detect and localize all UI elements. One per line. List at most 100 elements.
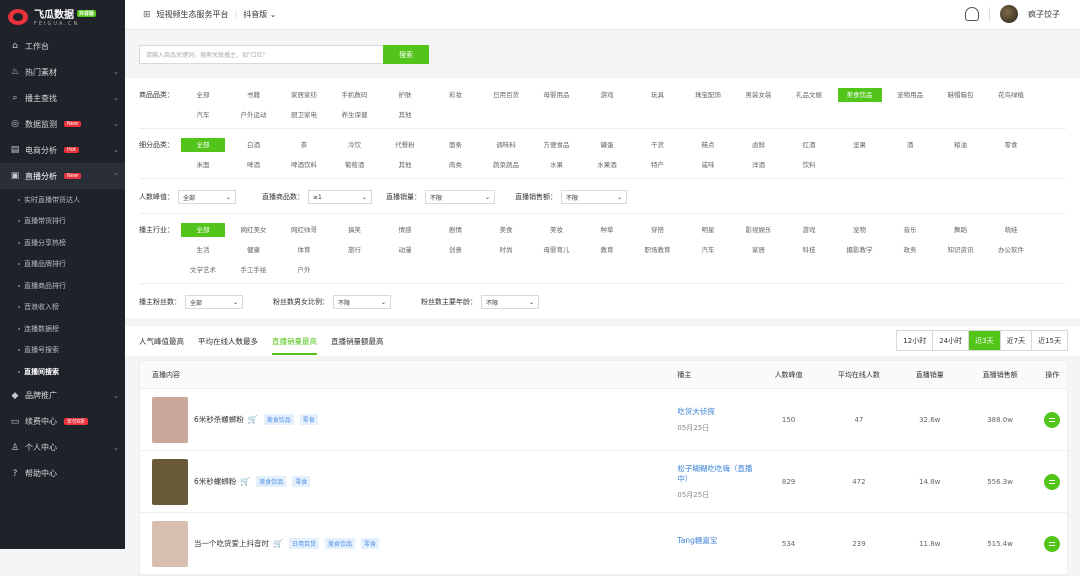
- filter-option[interactable]: 啤酒饮料: [282, 158, 326, 172]
- filter-option[interactable]: 手机数码: [333, 88, 377, 102]
- filter-option[interactable]: 时尚: [484, 243, 528, 257]
- filter-option[interactable]: 玩具: [636, 88, 680, 102]
- filter-option[interactable]: 动漫: [383, 243, 427, 257]
- brand-logo[interactable]: 飞瓜数据抖音版 FEIGUA.CN: [0, 0, 125, 33]
- filter-option[interactable]: 家居家纺: [282, 88, 326, 102]
- filter-option[interactable]: 母婴用品: [535, 88, 579, 102]
- filter-option[interactable]: 卤鲜: [737, 138, 781, 152]
- live-thumbnail[interactable]: [152, 459, 188, 505]
- subnav-item[interactable]: 直播品牌排行: [0, 254, 125, 276]
- filter-option[interactable]: 汽车: [181, 108, 225, 122]
- filter-option[interactable]: 美妆: [535, 223, 579, 237]
- filter-option[interactable]: 美食: [484, 223, 528, 237]
- subnav-item[interactable]: 直播间搜索: [0, 361, 125, 383]
- filter-option[interactable]: 鞋帽箱包: [939, 88, 983, 102]
- filter-option[interactable]: 音乐: [888, 223, 932, 237]
- filter-option[interactable]: 护肤: [383, 88, 427, 102]
- filter-option[interactable]: 宠物用品: [888, 88, 932, 102]
- subnav-item[interactable]: 实时直播带货达人: [0, 189, 125, 211]
- filter-option[interactable]: 情感: [383, 223, 427, 237]
- detail-icon[interactable]: [1044, 412, 1060, 428]
- subnav-item[interactable]: 直播带货排行: [0, 211, 125, 233]
- filter-option[interactable]: 文学艺术: [181, 263, 225, 277]
- filter-option[interactable]: 教育: [585, 243, 629, 257]
- filter-option[interactable]: 米面: [181, 158, 225, 172]
- anchor-link[interactable]: 吃货大侦探: [677, 407, 756, 417]
- filter-option[interactable]: 生活: [181, 243, 225, 257]
- filter-option[interactable]: 洋酒: [737, 158, 781, 172]
- filter-option[interactable]: 礼品文娱: [787, 88, 831, 102]
- filter-option[interactable]: 舞蹈: [939, 223, 983, 237]
- filter-option[interactable]: 干货: [636, 138, 680, 152]
- filter-option[interactable]: 饮料: [787, 158, 831, 172]
- filter-option[interactable]: 咸味: [686, 158, 730, 172]
- username[interactable]: 疯子饺子: [1028, 9, 1060, 20]
- filter-option[interactable]: 美食饮品: [838, 88, 882, 102]
- nav-item-top-4[interactable]: ▤电商分析Hot⌄: [0, 137, 125, 163]
- filter-option[interactable]: 茶: [282, 138, 326, 152]
- fans-select[interactable]: 全部⌄: [185, 295, 243, 309]
- search-input[interactable]: 请输入商品关键词，搜索关联播主，如"口红": [139, 45, 383, 64]
- filter-option[interactable]: 水果: [535, 158, 579, 172]
- filter-option[interactable]: 知识资讯: [939, 243, 983, 257]
- filter-option[interactable]: 罐蛋: [585, 138, 629, 152]
- filter-option[interactable]: 全部: [181, 223, 225, 237]
- filter-option[interactable]: 肉类: [434, 158, 478, 172]
- filter-option[interactable]: 网红美女: [232, 223, 276, 237]
- subnav-item[interactable]: 直播号搜索: [0, 340, 125, 362]
- detail-icon[interactable]: [1044, 474, 1060, 490]
- filter-option[interactable]: 面条: [434, 138, 478, 152]
- filter-option[interactable]: 彩妆: [434, 88, 478, 102]
- filter-option[interactable]: 葡萄酒: [333, 158, 377, 172]
- filter-option[interactable]: 调味料: [484, 138, 528, 152]
- filter-option[interactable]: 厨卫家电: [282, 108, 326, 122]
- filter-option[interactable]: 其他: [383, 158, 427, 172]
- filter-option[interactable]: 养生保健: [333, 108, 377, 122]
- filter-option[interactable]: 明星: [686, 223, 730, 237]
- filter-option[interactable]: 搞笑: [333, 223, 377, 237]
- sales-select[interactable]: 不限⌄: [425, 190, 495, 204]
- peak-select[interactable]: 全部⌄: [178, 190, 236, 204]
- filter-option[interactable]: 网红帅哥: [282, 223, 326, 237]
- live-thumbnail[interactable]: [152, 397, 188, 443]
- live-title[interactable]: 6米秒螺蛳粉: [194, 476, 236, 487]
- nav-item-top-5[interactable]: ▣直播分析New⌃: [0, 163, 125, 189]
- filter-option[interactable]: 职场教育: [636, 243, 680, 257]
- filter-option[interactable]: 白酒: [232, 138, 276, 152]
- version-switcher[interactable]: 抖音版 ⌄: [243, 9, 276, 20]
- filter-option[interactable]: 宠物: [838, 223, 882, 237]
- ranking-tab[interactable]: 人气峰值最高: [139, 331, 184, 352]
- search-button[interactable]: 搜索: [383, 45, 429, 64]
- nav-item-top-1[interactable]: ♨热门素材⌄: [0, 59, 125, 85]
- filter-option[interactable]: 男装女装: [737, 88, 781, 102]
- filter-option[interactable]: 剧情: [434, 223, 478, 237]
- filter-option[interactable]: 摄影教学: [838, 243, 882, 257]
- filter-option[interactable]: 旅行: [333, 243, 377, 257]
- time-tab[interactable]: 近3天: [969, 331, 1000, 350]
- filter-option[interactable]: 汽车: [686, 243, 730, 257]
- anchor-link[interactable]: Tang糖嘉宝: [677, 536, 756, 546]
- filter-option[interactable]: 粮油: [939, 138, 983, 152]
- ranking-tab[interactable]: 平均在线人数最多: [198, 331, 258, 352]
- live-title[interactable]: 6米秒杀螺蛳粉: [194, 414, 244, 425]
- filter-option[interactable]: 萌娃: [989, 223, 1033, 237]
- nav-item-bottom-3[interactable]: ?帮助中心: [0, 461, 125, 487]
- filter-option[interactable]: 健康: [232, 243, 276, 257]
- goods-select[interactable]: ≥1⌄: [308, 190, 372, 204]
- age-select[interactable]: 不限⌄: [481, 295, 539, 309]
- filter-option[interactable]: 蔬菜蔬品: [484, 158, 528, 172]
- filter-option[interactable]: 体育: [282, 243, 326, 257]
- filter-option[interactable]: 其他: [383, 108, 427, 122]
- nav-item-bottom-2[interactable]: ♙个人中心⌄: [0, 435, 125, 461]
- time-tab[interactable]: 近15天: [1032, 331, 1067, 350]
- nav-item-top-0[interactable]: ⌂工作台: [0, 33, 125, 59]
- filter-option[interactable]: 游戏: [787, 223, 831, 237]
- ranking-tab[interactable]: 直播销量额最高: [331, 331, 384, 352]
- filter-option[interactable]: 户外: [282, 263, 326, 277]
- filter-option[interactable]: 酒: [888, 138, 932, 152]
- table-row[interactable]: 当一个吃货爱上抖音时🛒日用百货美食饮品零食Tang糖嘉宝53423911.8w5…: [140, 513, 1067, 575]
- filter-option[interactable]: 游戏: [585, 88, 629, 102]
- filter-option[interactable]: 特产: [636, 158, 680, 172]
- filter-option[interactable]: 方便食品: [535, 138, 579, 152]
- table-row[interactable]: 6米秒杀螺蛳粉🛒美食饮品零食吃货大侦探05月25日1504732.6w388.0…: [140, 389, 1067, 451]
